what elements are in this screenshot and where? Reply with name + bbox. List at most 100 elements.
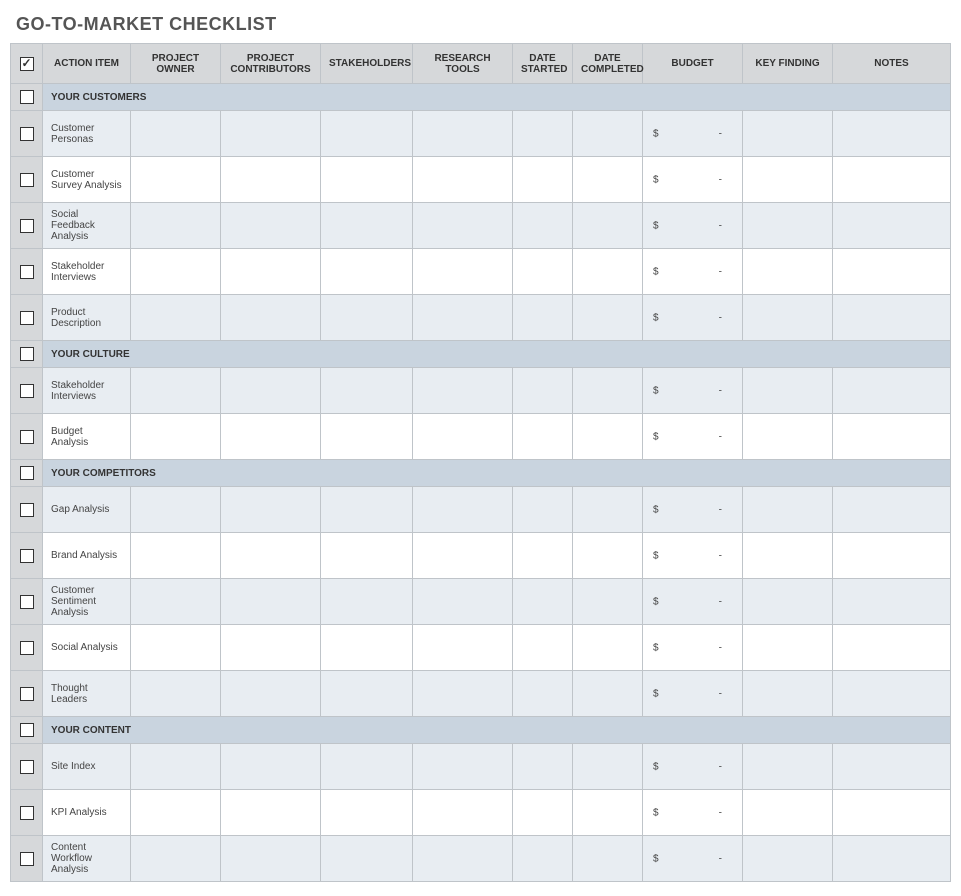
budget-cell[interactable]: $- (643, 111, 743, 157)
research-tools-cell[interactable] (413, 790, 513, 836)
row-checkbox-icon[interactable] (20, 760, 34, 774)
date-completed-cell[interactable] (573, 368, 643, 414)
key-finding-cell[interactable] (743, 203, 833, 249)
project-contributors-cell[interactable] (221, 744, 321, 790)
project-contributors-cell[interactable] (221, 295, 321, 341)
project-owner-cell[interactable] (131, 579, 221, 625)
project-owner-cell[interactable] (131, 368, 221, 414)
stakeholders-cell[interactable] (321, 671, 413, 717)
research-tools-cell[interactable] (413, 744, 513, 790)
notes-cell[interactable] (833, 203, 951, 249)
project-contributors-cell[interactable] (221, 836, 321, 882)
notes-cell[interactable] (833, 625, 951, 671)
date-completed-cell[interactable] (573, 671, 643, 717)
budget-cell[interactable]: $- (643, 671, 743, 717)
stakeholders-cell[interactable] (321, 368, 413, 414)
project-contributors-cell[interactable] (221, 111, 321, 157)
key-finding-cell[interactable] (743, 487, 833, 533)
date-completed-cell[interactable] (573, 625, 643, 671)
notes-cell[interactable] (833, 414, 951, 460)
research-tools-cell[interactable] (413, 368, 513, 414)
section-checkbox-icon[interactable] (20, 90, 34, 104)
date-completed-cell[interactable] (573, 744, 643, 790)
research-tools-cell[interactable] (413, 203, 513, 249)
date-completed-cell[interactable] (573, 157, 643, 203)
row-checkbox-icon[interactable] (20, 311, 34, 325)
project-owner-cell[interactable] (131, 203, 221, 249)
budget-cell[interactable]: $- (643, 414, 743, 460)
research-tools-cell[interactable] (413, 533, 513, 579)
row-checkbox-icon[interactable] (20, 219, 34, 233)
date-completed-cell[interactable] (573, 790, 643, 836)
key-finding-cell[interactable] (743, 157, 833, 203)
key-finding-cell[interactable] (743, 625, 833, 671)
notes-cell[interactable] (833, 790, 951, 836)
stakeholders-cell[interactable] (321, 203, 413, 249)
date-started-cell[interactable] (513, 579, 573, 625)
row-checkbox-icon[interactable] (20, 430, 34, 444)
section-checkbox-icon[interactable] (20, 347, 34, 361)
notes-cell[interactable] (833, 295, 951, 341)
date-started-cell[interactable] (513, 671, 573, 717)
date-completed-cell[interactable] (573, 533, 643, 579)
row-checkbox-icon[interactable] (20, 127, 34, 141)
key-finding-cell[interactable] (743, 579, 833, 625)
date-started-cell[interactable] (513, 111, 573, 157)
budget-cell[interactable]: $- (643, 625, 743, 671)
project-owner-cell[interactable] (131, 111, 221, 157)
row-checkbox-icon[interactable] (20, 806, 34, 820)
row-checkbox-icon[interactable] (20, 687, 34, 701)
project-contributors-cell[interactable] (221, 671, 321, 717)
project-owner-cell[interactable] (131, 249, 221, 295)
budget-cell[interactable]: $- (643, 533, 743, 579)
date-completed-cell[interactable] (573, 295, 643, 341)
row-checkbox-icon[interactable] (20, 549, 34, 563)
row-checkbox-icon[interactable] (20, 265, 34, 279)
row-checkbox-icon[interactable] (20, 641, 34, 655)
research-tools-cell[interactable] (413, 249, 513, 295)
row-checkbox-icon[interactable] (20, 173, 34, 187)
project-contributors-cell[interactable] (221, 368, 321, 414)
key-finding-cell[interactable] (743, 111, 833, 157)
research-tools-cell[interactable] (413, 625, 513, 671)
key-finding-cell[interactable] (743, 790, 833, 836)
date-completed-cell[interactable] (573, 203, 643, 249)
notes-cell[interactable] (833, 111, 951, 157)
date-started-cell[interactable] (513, 836, 573, 882)
project-owner-cell[interactable] (131, 790, 221, 836)
project-owner-cell[interactable] (131, 836, 221, 882)
notes-cell[interactable] (833, 836, 951, 882)
date-started-cell[interactable] (513, 368, 573, 414)
project-owner-cell[interactable] (131, 295, 221, 341)
budget-cell[interactable]: $- (643, 249, 743, 295)
notes-cell[interactable] (833, 368, 951, 414)
research-tools-cell[interactable] (413, 414, 513, 460)
key-finding-cell[interactable] (743, 671, 833, 717)
date-completed-cell[interactable] (573, 836, 643, 882)
budget-cell[interactable]: $- (643, 295, 743, 341)
header-checkbox-icon[interactable] (20, 57, 34, 71)
date-completed-cell[interactable] (573, 414, 643, 460)
notes-cell[interactable] (833, 579, 951, 625)
project-owner-cell[interactable] (131, 533, 221, 579)
research-tools-cell[interactable] (413, 157, 513, 203)
stakeholders-cell[interactable] (321, 249, 413, 295)
stakeholders-cell[interactable] (321, 625, 413, 671)
budget-cell[interactable]: $- (643, 836, 743, 882)
project-contributors-cell[interactable] (221, 579, 321, 625)
stakeholders-cell[interactable] (321, 295, 413, 341)
research-tools-cell[interactable] (413, 671, 513, 717)
date-completed-cell[interactable] (573, 579, 643, 625)
key-finding-cell[interactable] (743, 295, 833, 341)
row-checkbox-icon[interactable] (20, 384, 34, 398)
date-started-cell[interactable] (513, 533, 573, 579)
project-contributors-cell[interactable] (221, 790, 321, 836)
project-contributors-cell[interactable] (221, 487, 321, 533)
budget-cell[interactable]: $- (643, 487, 743, 533)
key-finding-cell[interactable] (743, 836, 833, 882)
row-checkbox-icon[interactable] (20, 595, 34, 609)
date-started-cell[interactable] (513, 249, 573, 295)
project-contributors-cell[interactable] (221, 157, 321, 203)
project-contributors-cell[interactable] (221, 203, 321, 249)
budget-cell[interactable]: $- (643, 368, 743, 414)
